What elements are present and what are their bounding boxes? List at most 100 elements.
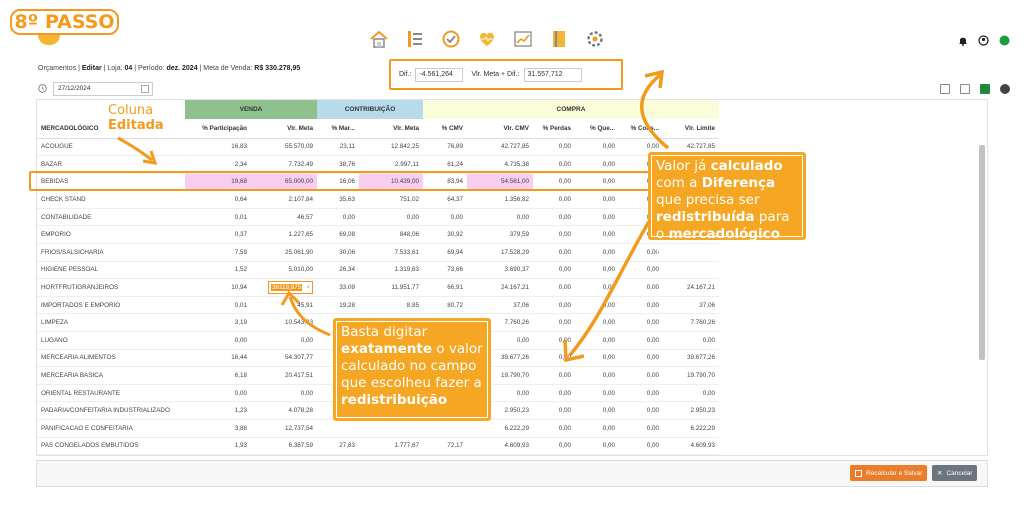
cancel-button[interactable]: ✕ Cancelar (932, 465, 978, 481)
table-cell[interactable]: 20.417,51 (251, 366, 317, 385)
table-row[interactable]: ACOUGUE 16,83 55.570,09 23,11 12.842,25 76,89… (37, 138, 719, 157)
table-row[interactable]: PANIFICACAO E CONFEITARIA 3,86 12.737,54 6.… (37, 419, 719, 438)
table-cell[interactable]: 1.777,67 (359, 437, 423, 455)
table-row[interactable]: FRIOS/SALSICHARIA 7,59 25.061,90 30,06 7.533… (37, 243, 719, 262)
table-cell[interactable] (359, 419, 423, 438)
table-cell[interactable]: 4.078,28 (251, 401, 317, 420)
table-cell[interactable]: 0,00 (359, 208, 423, 227)
user-icon[interactable] (978, 35, 989, 48)
table-cell: MERCEARIA BASICA (37, 366, 185, 385)
heart-pulse-icon[interactable] (475, 27, 499, 51)
table-cell[interactable]: 1.227,65 (251, 225, 317, 245)
difference-panel: Dif.: -4.561,264 Vlr. Meta + Dif.: 31.55… (389, 59, 623, 90)
table-row[interactable]: PAS CONGELADOS EMBUTIDOS 1,93 6.387,59 27,8… (37, 437, 719, 455)
table-cell: 0,00 (533, 384, 575, 403)
column-header[interactable]: % Participação (185, 119, 251, 139)
table-cell[interactable]: 55.570,09 (251, 138, 317, 157)
table-cell[interactable]: 46,57 (251, 208, 317, 227)
excel-icon[interactable] (980, 84, 990, 94)
table-cell[interactable]: 2.107,84 (251, 190, 317, 209)
calendar-tool-icon[interactable] (940, 84, 950, 94)
app-logo[interactable] (38, 34, 60, 45)
table-cell[interactable]: 751,02 (359, 190, 423, 209)
table-cell[interactable]: 848,06 (359, 225, 423, 245)
gear-icon[interactable] (583, 27, 607, 51)
table-cell: 0,00 (575, 155, 619, 174)
notebook-icon[interactable] (547, 27, 571, 51)
bell-icon[interactable] (958, 35, 968, 48)
meta-edit-input[interactable]: 36118,975 × (268, 281, 313, 295)
table-row[interactable]: HORTFRUTIGRANJEIROS 10,94 36118,975 × 33,09 1… (37, 278, 719, 297)
help-icon[interactable] (1000, 84, 1010, 94)
clear-icon[interactable]: × (306, 284, 310, 291)
total-cell (533, 454, 575, 455)
table-tool-icon[interactable] (960, 84, 970, 94)
table-row[interactable]: EMPORIO 0,37 1.227,65 69,08 848,06 30,92 379,5… (37, 225, 719, 245)
table-cell[interactable]: 2.997,11 (359, 155, 423, 174)
table-cell: MERCEARIA ALIMENTOS (37, 349, 185, 368)
calendar-icon[interactable] (141, 85, 149, 93)
column-header[interactable]: % Que... (575, 119, 619, 139)
date-input[interactable]: 27/12/2024 (53, 82, 153, 96)
table-cell[interactable]: 11.951,77 (359, 278, 423, 297)
table-cell[interactable]: 1.319,63 (359, 261, 423, 280)
meta-dif-label: Vlr. Meta + Dif.: (471, 71, 520, 78)
total-cell: R$ 248.777,74 (663, 454, 719, 455)
table-cell[interactable]: 36118,975 × (251, 278, 317, 297)
list-icon[interactable] (403, 27, 427, 51)
column-header[interactable]: Vlr. Meta (359, 119, 423, 139)
table-cell[interactable]: 65.000,00 (251, 173, 317, 192)
total-cell: R$ 334.840,22 (251, 454, 317, 455)
table-cell: 0,00 (575, 296, 619, 315)
table-cell: 0,00 (533, 331, 575, 350)
column-header[interactable]: % Cons... (619, 119, 663, 139)
column-header[interactable]: Vlr. Limite (663, 119, 719, 139)
table-cell: 73,66 (423, 261, 467, 280)
table-cell[interactable]: 10.543,83 (251, 313, 317, 333)
table-cell: 0,00 (619, 401, 663, 420)
scroll-thumb[interactable] (979, 145, 985, 360)
group-compra: COMPRA (423, 100, 719, 119)
column-header[interactable]: Vlr. Meta (251, 119, 317, 139)
meta-dif-field[interactable]: 31.557,712 (523, 67, 582, 82)
table-cell: 24.167,21 (467, 278, 533, 297)
table-cell[interactable]: 10.439,00 (359, 173, 423, 192)
table-cell: 0,00 (185, 331, 251, 350)
chart-icon[interactable] (511, 27, 535, 51)
table-row[interactable]: CHECK STAND 0,64 2.107,84 35,63 751,02 64,37 1… (37, 190, 719, 209)
table-cell[interactable]: 6.387,59 (251, 437, 317, 455)
recalculate-save-button[interactable]: Recalcular e Salvar (850, 465, 928, 481)
table-row[interactable]: HIGIENE PESSOAL 1,52 5.010,00 26,34 1.319,63… (37, 261, 719, 280)
meta-edit-value: 36118,975 (271, 284, 303, 292)
column-header[interactable]: % CMV (423, 119, 467, 139)
column-header[interactable]: Vlr. CMV (467, 119, 533, 139)
table-cell[interactable]: 54.307,77 (251, 349, 317, 368)
grid-scrollbar[interactable] (978, 135, 986, 445)
table-row[interactable]: IMPORTADOS E EMPORIO 0,01 45,91 19,28 8,85 80… (37, 296, 719, 315)
table-cell: 69,94 (423, 243, 467, 262)
total-cell: R$ 85.978,61 (359, 454, 423, 455)
clock-icon[interactable] (38, 83, 47, 95)
table-cell[interactable]: 5.010,00 (251, 261, 317, 280)
column-header[interactable]: % Perdas (533, 119, 575, 139)
table-cell[interactable]: 7.732,49 (251, 155, 317, 174)
dif-field[interactable]: -4.561,264 (415, 67, 464, 82)
table-cell: 0,00 (619, 313, 663, 333)
table-cell[interactable]: 12.842,25 (359, 138, 423, 157)
table-row[interactable]: BEBIDAS 19,68 65.000,00 16,06 10.439,00 83,94… (37, 173, 719, 192)
home-icon[interactable] (367, 27, 391, 51)
table-cell: 4.609,93 (467, 437, 533, 455)
table-cell: 23,11 (317, 138, 359, 157)
table-cell[interactable]: 8,85 (359, 296, 423, 315)
column-header[interactable]: % Mar... (317, 119, 359, 139)
table-cell[interactable]: 0,00 (251, 384, 317, 403)
table-row[interactable]: CONTABILIDADE 0,01 46,57 0,00 0,00 0,00 0,00 0,… (37, 208, 719, 227)
table-cell[interactable]: 7.533,61 (359, 243, 423, 262)
check-circle-icon[interactable] (439, 27, 463, 51)
table-cell: 0,00 (533, 419, 575, 438)
table-cell[interactable]: 45,91 (251, 296, 317, 315)
table-row[interactable]: BAZAR 2,34 7.732,49 38,76 2.997,11 61,24 4.735… (37, 155, 719, 174)
table-cell[interactable]: 12.737,54 (251, 419, 317, 438)
table-cell[interactable]: 25.061,90 (251, 243, 317, 262)
table-cell[interactable]: 0,00 (251, 331, 317, 350)
